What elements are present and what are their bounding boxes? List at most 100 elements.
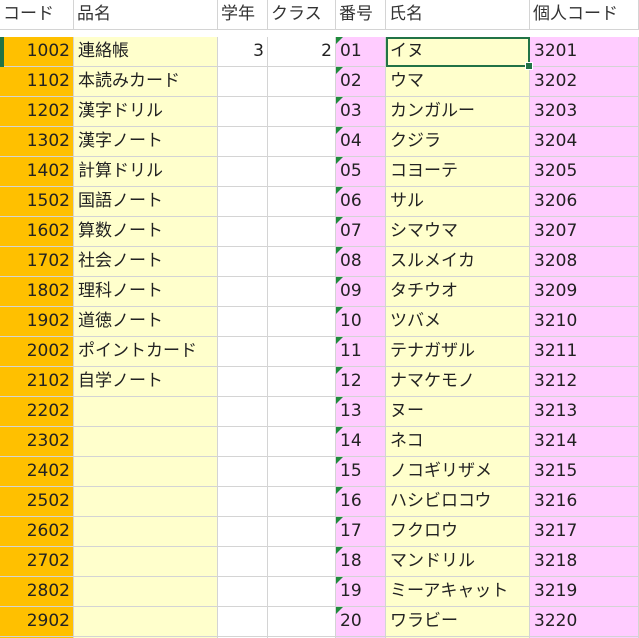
class-cell[interactable]	[268, 397, 336, 427]
number-cell[interactable]: 20	[336, 607, 386, 637]
item-name-cell[interactable]: 国語ノート	[74, 187, 218, 217]
grade-cell[interactable]	[218, 337, 268, 367]
header-number[interactable]: 番号	[336, 0, 386, 30]
number-cell[interactable]: 13	[336, 397, 386, 427]
code-cell[interactable]: 1002	[0, 37, 74, 67]
personal-code-cell[interactable]: 3211	[530, 337, 639, 367]
class-cell[interactable]	[268, 127, 336, 157]
class-cell[interactable]	[268, 67, 336, 97]
personal-code-cell[interactable]: 3207	[530, 217, 639, 247]
code-cell[interactable]: 1402	[0, 157, 74, 187]
number-cell[interactable]: 10	[336, 307, 386, 337]
class-cell[interactable]	[268, 337, 336, 367]
class-cell[interactable]	[268, 187, 336, 217]
grade-cell[interactable]	[218, 67, 268, 97]
personal-code-cell[interactable]: 3219	[530, 577, 639, 607]
full-name-cell[interactable]: カンガルー	[386, 97, 530, 127]
item-name-cell[interactable]: 自学ノート	[74, 367, 218, 397]
code-cell[interactable]: 1702	[0, 247, 74, 277]
full-name-cell[interactable]: ミーアキャット	[386, 577, 530, 607]
number-cell[interactable]: 19	[336, 577, 386, 607]
full-name-cell[interactable]: クジラ	[386, 127, 530, 157]
item-name-cell[interactable]: 算数ノート	[74, 217, 218, 247]
full-name-cell[interactable]: シマウマ	[386, 217, 530, 247]
item-name-cell[interactable]: 本読みカード	[74, 67, 218, 97]
item-name-cell[interactable]: 漢字ノート	[74, 127, 218, 157]
code-cell[interactable]: 2902	[0, 607, 74, 637]
code-cell[interactable]: 2002	[0, 337, 74, 367]
full-name-cell[interactable]: ウマ	[386, 67, 530, 97]
item-name-cell[interactable]	[74, 577, 218, 607]
header-full-name[interactable]: 氏名	[386, 0, 530, 30]
full-name-cell[interactable]: サル	[386, 187, 530, 217]
personal-code-cell[interactable]: 3206	[530, 187, 639, 217]
item-name-cell[interactable]	[74, 547, 218, 577]
code-cell[interactable]: 1902	[0, 307, 74, 337]
item-name-cell[interactable]	[74, 517, 218, 547]
item-name-cell[interactable]: 理科ノート	[74, 277, 218, 307]
item-name-cell[interactable]	[74, 487, 218, 517]
personal-code-cell[interactable]: 3203	[530, 97, 639, 127]
header-grade[interactable]: 学年	[218, 0, 268, 30]
grade-cell[interactable]	[218, 427, 268, 457]
personal-code-cell[interactable]: 3217	[530, 517, 639, 547]
header-code[interactable]: コード	[0, 0, 74, 30]
number-cell[interactable]: 09	[336, 277, 386, 307]
header-item-name[interactable]: 品名	[74, 0, 218, 30]
code-cell[interactable]: 1302	[0, 127, 74, 157]
grade-cell[interactable]	[218, 127, 268, 157]
class-cell[interactable]	[268, 547, 336, 577]
personal-code-cell[interactable]: 3208	[530, 247, 639, 277]
full-name-cell[interactable]: ナマケモノ	[386, 367, 530, 397]
grade-cell[interactable]	[218, 217, 268, 247]
code-cell[interactable]: 2302	[0, 427, 74, 457]
code-cell[interactable]: 2802	[0, 577, 74, 607]
item-name-cell[interactable]: 連絡帳	[74, 37, 218, 67]
full-name-cell[interactable]: ツバメ	[386, 307, 530, 337]
grade-cell[interactable]	[218, 517, 268, 547]
class-cell[interactable]	[268, 217, 336, 247]
class-cell[interactable]	[268, 577, 336, 607]
item-name-cell[interactable]: 社会ノート	[74, 247, 218, 277]
fill-handle[interactable]	[525, 62, 533, 70]
number-cell[interactable]: 03	[336, 97, 386, 127]
class-cell[interactable]	[268, 367, 336, 397]
class-cell[interactable]	[268, 277, 336, 307]
grade-cell[interactable]	[218, 187, 268, 217]
personal-code-cell[interactable]: 3216	[530, 487, 639, 517]
grade-cell[interactable]	[218, 457, 268, 487]
full-name-cell[interactable]: ネコ	[386, 427, 530, 457]
class-cell[interactable]	[268, 97, 336, 127]
personal-code-cell[interactable]: 3204	[530, 127, 639, 157]
number-cell[interactable]: 02	[336, 67, 386, 97]
grade-cell[interactable]	[218, 157, 268, 187]
number-cell[interactable]: 06	[336, 187, 386, 217]
full-name-cell[interactable]: タチウオ	[386, 277, 530, 307]
grade-cell[interactable]: 3	[218, 37, 268, 67]
item-name-cell[interactable]: ポイントカード	[74, 337, 218, 367]
class-cell[interactable]	[268, 457, 336, 487]
personal-code-cell[interactable]: 3218	[530, 547, 639, 577]
item-name-cell[interactable]	[74, 607, 218, 637]
number-cell[interactable]: 15	[336, 457, 386, 487]
number-cell[interactable]: 08	[336, 247, 386, 277]
personal-code-cell[interactable]: 3205	[530, 157, 639, 187]
code-cell[interactable]: 1102	[0, 67, 74, 97]
code-cell[interactable]: 1502	[0, 187, 74, 217]
item-name-cell[interactable]	[74, 397, 218, 427]
grade-cell[interactable]	[218, 307, 268, 337]
grade-cell[interactable]	[218, 547, 268, 577]
grade-cell[interactable]	[218, 397, 268, 427]
personal-code-cell[interactable]: 3201	[530, 37, 639, 67]
personal-code-cell[interactable]: 3210	[530, 307, 639, 337]
code-cell[interactable]: 2702	[0, 547, 74, 577]
item-name-cell[interactable]: 道徳ノート	[74, 307, 218, 337]
grade-cell[interactable]	[218, 247, 268, 277]
number-cell[interactable]: 18	[336, 547, 386, 577]
grade-cell[interactable]	[218, 487, 268, 517]
full-name-cell[interactable]: ハシビロコウ	[386, 487, 530, 517]
personal-code-cell[interactable]: 3215	[530, 457, 639, 487]
code-cell[interactable]: 2102	[0, 367, 74, 397]
full-name-cell[interactable]: ノコギリザメ	[386, 457, 530, 487]
class-cell[interactable]: 2	[268, 37, 336, 67]
